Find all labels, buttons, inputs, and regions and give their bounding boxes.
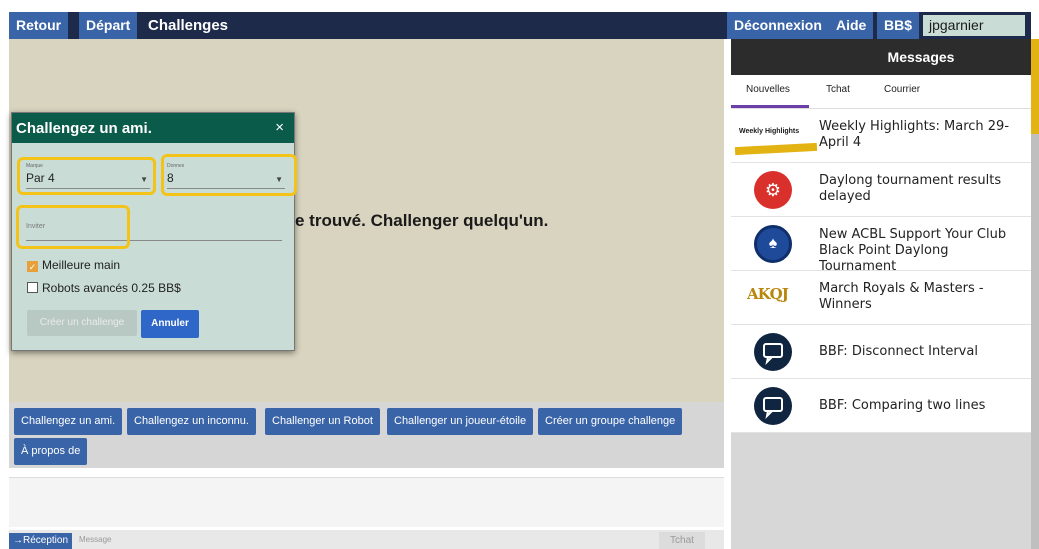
- messages-tabs: Nouvelles Tchat Courrier: [731, 75, 1031, 109]
- news-item-title: March Royals & Masters - Winners: [819, 281, 984, 312]
- active-tab-indicator: [731, 105, 809, 108]
- best-hand-label: Meilleure main: [42, 258, 121, 272]
- challenge-stranger-button[interactable]: Challengez un inconnu.: [127, 408, 256, 435]
- acbl-logo-icon: ♠: [754, 225, 792, 263]
- challenge-star-button[interactable]: Challenger un joueur-étoile: [387, 408, 534, 435]
- akqj-logo: AKQJ: [747, 285, 789, 303]
- action-bar: Challengez un ami. Challengez un inconnu…: [9, 402, 724, 468]
- message-input[interactable]: Message: [79, 535, 111, 544]
- dialog-title: Challengez un ami.: [16, 120, 152, 137]
- retour-button[interactable]: Retour: [9, 12, 69, 39]
- chat-bubble-icon: [754, 387, 792, 425]
- depart-button[interactable]: Départ: [79, 12, 138, 39]
- tchat-send-button[interactable]: Tchat: [659, 532, 705, 549]
- deconnexion-button[interactable]: Déconnexion: [727, 12, 829, 39]
- close-icon[interactable]: ×: [275, 119, 284, 136]
- highlight-scoring: [17, 157, 156, 195]
- side-tab-strip[interactable]: [1031, 39, 1039, 549]
- messages-panel: Messages Nouvelles Tchat Courrier Weekly…: [731, 39, 1031, 549]
- robots-checkbox[interactable]: [27, 282, 38, 293]
- news-item[interactable]: Weekly Highlights Weekly Highlights: Mar…: [731, 109, 1031, 163]
- robots-label: Robots avancés 0.25 BB$: [42, 281, 181, 295]
- empty-challenges-message: e trouvé. Challenger quelqu'un.: [295, 211, 549, 230]
- news-item[interactable]: BBF: Disconnect Interval: [731, 325, 1031, 379]
- highlight-invite: [16, 205, 130, 249]
- news-list: Weekly Highlights Weekly Highlights: Mar…: [731, 109, 1031, 433]
- aide-button[interactable]: Aide: [829, 12, 874, 39]
- tab-tchat[interactable]: Tchat: [826, 84, 850, 95]
- highlight-boards: [161, 154, 297, 196]
- best-hand-row[interactable]: ✓ Meilleure main: [27, 258, 120, 272]
- tab-courrier[interactable]: Courrier: [884, 84, 920, 95]
- news-item-title: BBF: Disconnect Interval: [819, 344, 978, 359]
- news-item-title: BBF: Comparing two lines: [819, 398, 986, 413]
- challenge-friend-button[interactable]: Challengez un ami.: [14, 408, 123, 435]
- page-title: Challenges: [148, 17, 229, 34]
- news-item[interactable]: ⚙ Daylong tournament results delayed: [731, 163, 1031, 217]
- news-item[interactable]: AKQJ March Royals & Masters - Winners: [731, 271, 1031, 325]
- challenge-friend-dialog: Challengez un ami. × Marque Par 4 ▼ Donn…: [11, 112, 297, 351]
- best-hand-checkbox[interactable]: ✓: [27, 261, 38, 272]
- bbs-button[interactable]: BB$: [877, 12, 920, 39]
- cancel-button[interactable]: Annuler: [141, 310, 199, 338]
- chat-input-bar: →Réception Message Tchat: [9, 530, 724, 549]
- top-bar: Retour Départ Challenges Déconnexion Aid…: [9, 12, 1031, 39]
- create-group-challenge-button[interactable]: Créer un groupe challenge: [538, 408, 683, 435]
- side-tab-active[interactable]: [1031, 39, 1039, 134]
- messages-title: Messages: [887, 49, 955, 65]
- about-button[interactable]: À propos de: [14, 438, 88, 465]
- reception-button[interactable]: →Réception: [9, 533, 73, 549]
- news-item-title: Weekly Highlights: March 29-April 4: [819, 119, 1010, 150]
- chat-area: [9, 477, 724, 527]
- chat-bubble-icon: [754, 333, 792, 371]
- news-item[interactable]: BBF: Comparing two lines: [731, 379, 1031, 433]
- create-challenge-button[interactable]: Créer un challenge: [27, 310, 137, 336]
- tab-nouvelles[interactable]: Nouvelles: [746, 84, 790, 95]
- dialog-header: Challengez un ami. ×: [12, 113, 294, 143]
- challenge-robot-button[interactable]: Challenger un Robot: [265, 408, 380, 435]
- username-display: jpgarnier: [923, 15, 1025, 36]
- news-item[interactable]: ♠ New ACBL Support Your Club Black Point…: [731, 217, 1031, 274]
- news-item-title: New ACBL Support Your Club Black Point D…: [819, 227, 1007, 274]
- messages-header: Messages: [731, 39, 1031, 75]
- news-item-title: Daylong tournament results delayed: [819, 173, 1002, 204]
- robots-row[interactable]: Robots avancés 0.25 BB$: [27, 281, 181, 295]
- highlight-stroke-icon: [734, 142, 818, 156]
- gears-icon: ⚙: [754, 171, 792, 209]
- weekly-highlights-logo: Weekly Highlights: [739, 128, 800, 135]
